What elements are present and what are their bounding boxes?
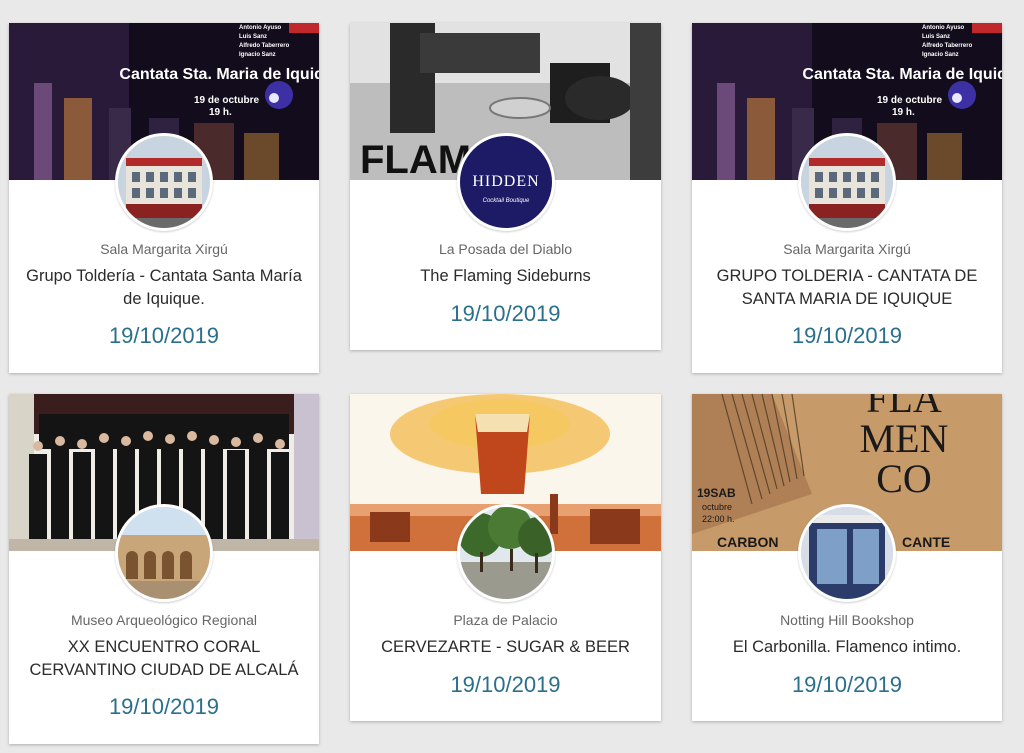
- venue-avatar: [115, 133, 213, 231]
- venue-avatar: [798, 504, 896, 602]
- banner-name-line: Ignacio Sanz: [239, 52, 276, 58]
- venue-name: Plaza de Palacio: [453, 612, 558, 628]
- banner-flamenco-line: CO: [876, 456, 932, 501]
- banner-headline: Cantata Sta. Maria de Iquique: [802, 66, 1002, 83]
- venue-avatar: HIDDEN Cocktail Boutique: [456, 133, 555, 231]
- venue-name: La Posada del Diablo: [438, 241, 573, 257]
- bookshop-photo-icon: [801, 507, 893, 599]
- building-photo-icon: [118, 136, 210, 228]
- hidden-logo-text: HIDDEN: [472, 173, 539, 190]
- plaza-photo-icon: [459, 507, 552, 599]
- banner-time-line: 19 h.: [892, 107, 915, 118]
- event-date: 19/10/2019: [791, 323, 903, 348]
- banner-name-line: Luis Sanz: [239, 34, 267, 40]
- event-date: 19/10/2019: [791, 672, 903, 697]
- banner-date-line: 19 de octubre: [877, 95, 942, 106]
- event-card[interactable]: Plaza de Palacio CERVEZARTE - SUGAR & BE…: [350, 394, 661, 721]
- banner-name-line: Alfredo Taberrero: [239, 43, 290, 49]
- event-date: 19/10/2019: [108, 323, 220, 348]
- event-title[interactable]: Grupo Toldería - Cantata Santa María de …: [17, 265, 311, 311]
- banner-name-line: Antonio Ayuso: [239, 25, 282, 31]
- event-title[interactable]: XX ENCUENTRO CORAL CERVANTINO CIUDAD DE …: [17, 636, 311, 682]
- banner-bottom-right: CANTE: [902, 534, 950, 550]
- banner-name-line: Alfredo Taberrero: [922, 43, 973, 49]
- venue-name: Sala Margarita Xirgú: [100, 241, 228, 257]
- event-card[interactable]: FLA MEN CO 19SAB octubre 22:00 h. CARBON…: [692, 394, 1002, 721]
- banner-name-line: Luis Sanz: [922, 34, 950, 40]
- venue-name: Sala Margarita Xirgú: [783, 241, 911, 257]
- event-date: 19/10/2019: [450, 301, 561, 326]
- banner-headline: Cantata Sta. Maria de Iquique: [119, 66, 319, 83]
- venue-avatar: [798, 133, 896, 231]
- event-title[interactable]: GRUPO TOLDERIA - CANTATA DE SANTA MARIA …: [700, 265, 994, 311]
- banner-time-line: 19 h.: [209, 107, 232, 118]
- event-date: 19/10/2019: [108, 694, 220, 719]
- venue-avatar: [115, 504, 213, 602]
- venue-name: Museo Arqueológico Regional: [70, 612, 257, 628]
- banner-date-line: 19 de octubre: [194, 95, 259, 106]
- event-title[interactable]: CERVEZARTE - SUGAR & BEER: [358, 636, 653, 659]
- venue-name: Notting Hill Bookshop: [780, 612, 914, 628]
- banner-day: 19SAB: [697, 486, 736, 500]
- event-title[interactable]: El Carbonilla. Flamenco intimo.: [700, 636, 994, 659]
- hidden-logo-icon: HIDDEN Cocktail Boutique: [459, 136, 552, 228]
- hidden-logo-subtext: Cocktail Boutique: [482, 198, 529, 204]
- cloister-photo-icon: [118, 507, 210, 599]
- event-card[interactable]: Museo Arqueológico Regional XX ENCUENTRO…: [9, 394, 319, 744]
- banner-flamenco-line: MEN: [860, 416, 949, 461]
- banner-month: octubre: [702, 502, 732, 512]
- banner-name-line: Antonio Ayuso: [922, 25, 965, 31]
- event-card[interactable]: Antonio Ayuso Luis Sanz Alfredo Taberrer…: [9, 23, 319, 373]
- event-card[interactable]: FLAMING HIDDEN Cocktail Boutique La Posa…: [350, 23, 661, 350]
- event-card[interactable]: Antonio Ayuso Luis Sanz Alfredo Taberrer…: [692, 23, 1002, 373]
- venue-avatar: [456, 504, 555, 602]
- banner-name-line: Ignacio Sanz: [922, 52, 959, 58]
- banner-bottom-left: CARBON: [717, 534, 778, 550]
- banner-time: 22:00 h.: [702, 514, 735, 524]
- building-photo-icon: [801, 136, 893, 228]
- event-date: 19/10/2019: [450, 672, 561, 697]
- event-title[interactable]: The Flaming Sideburns: [358, 265, 653, 288]
